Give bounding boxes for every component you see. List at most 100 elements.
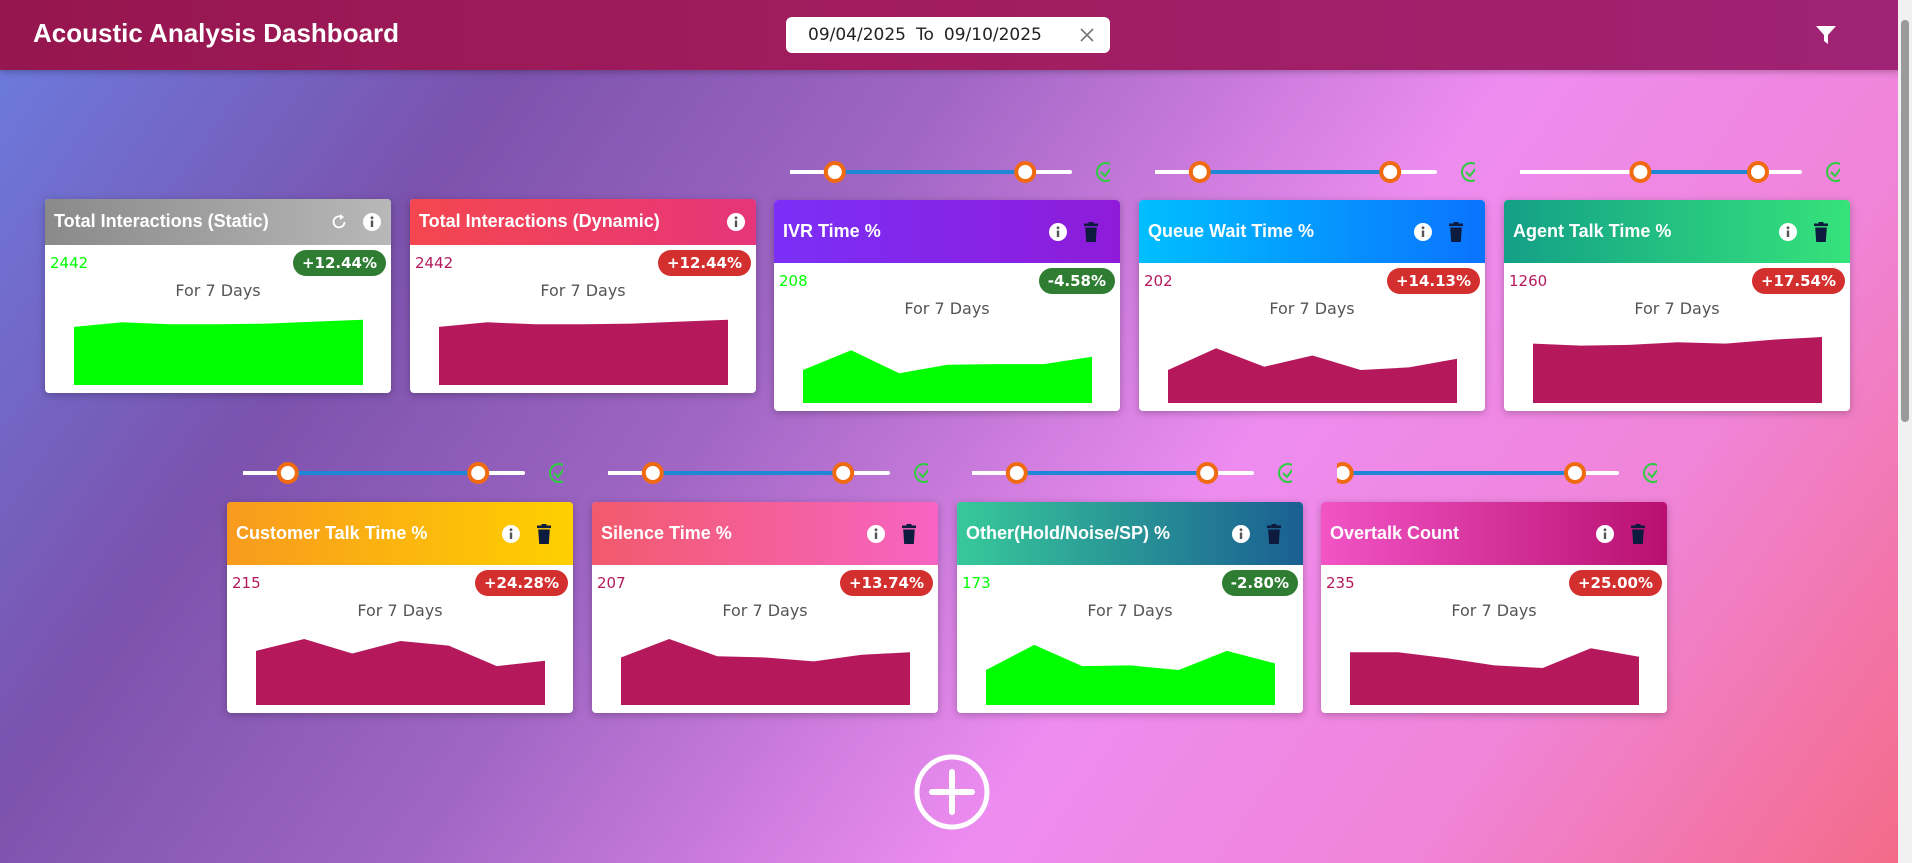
- card-title: Total Interactions (Static): [54, 211, 269, 231]
- info-icon[interactable]: [1231, 523, 1251, 545]
- slider-handle-start[interactable]: [1337, 462, 1354, 484]
- slider-handle-start[interactable]: [276, 462, 299, 484]
- slider-handle-start[interactable]: [823, 161, 846, 183]
- slider-handle-start[interactable]: [1629, 161, 1652, 183]
- range-slider[interactable]: [243, 458, 563, 488]
- slider-handle-end[interactable]: [1564, 462, 1586, 484]
- slider-handle-end[interactable]: [1747, 161, 1769, 183]
- top-app-bar: Acoustic Analysis Dashboard 09/04/2025 T…: [0, 0, 1912, 70]
- card-body: 208 -4.58% For 7 Days: [774, 263, 1120, 411]
- kpi-card: Silence Time % 207 +13.74% For 7 Days: [592, 502, 938, 713]
- trash-icon[interactable]: [1081, 221, 1101, 243]
- period-label: For 7 Days: [722, 601, 808, 620]
- card-body: 173 -2.80% For 7 Days: [957, 565, 1303, 713]
- card-title: Agent Talk Time %: [1513, 220, 1672, 241]
- slider-handle-end[interactable]: [1196, 462, 1219, 484]
- trash-icon[interactable]: [899, 523, 919, 545]
- trash-icon[interactable]: [1446, 221, 1466, 243]
- period-label: For 7 Days: [540, 281, 626, 300]
- info-icon[interactable]: [726, 211, 746, 233]
- card-header: Queue Wait Time %: [1139, 200, 1485, 263]
- card-title: Total Interactions (Dynamic): [419, 211, 660, 231]
- slider-handle-end[interactable]: [1014, 161, 1037, 183]
- sparkline-area: [621, 639, 910, 705]
- card-title: Customer Talk Time %: [236, 522, 428, 543]
- info-icon[interactable]: [1048, 221, 1068, 243]
- card-body: 207 +13.74% For 7 Days: [592, 565, 938, 713]
- vertical-scrollbar[interactable]: [1898, 0, 1912, 863]
- range-slider[interactable]: [1337, 458, 1657, 488]
- range-slider[interactable]: [972, 458, 1292, 488]
- check-circle-icon[interactable]: [1278, 463, 1292, 483]
- card-header: Total Interactions (Static): [45, 199, 391, 245]
- info-icon[interactable]: [362, 211, 382, 233]
- trash-icon[interactable]: [534, 523, 554, 545]
- info-icon[interactable]: [866, 523, 886, 545]
- close-icon[interactable]: [1078, 26, 1096, 44]
- card-title: Other(Hold/Noise/SP) %: [966, 522, 1171, 543]
- check-circle-icon[interactable]: [1461, 162, 1475, 182]
- card-header: Agent Talk Time %: [1504, 200, 1850, 263]
- card-value: 208: [779, 272, 808, 290]
- card-title: IVR Time %: [783, 220, 881, 241]
- info-icon[interactable]: [501, 523, 521, 545]
- check-circle-icon[interactable]: [914, 463, 928, 483]
- period-label: For 7 Days: [1634, 299, 1720, 318]
- sparkline-area: [986, 644, 1275, 705]
- slider-handle-end[interactable]: [832, 462, 855, 484]
- card-value: 215: [232, 574, 261, 592]
- filter-icon[interactable]: [1814, 24, 1838, 46]
- check-circle-icon[interactable]: [1096, 162, 1110, 182]
- sparkline-area: [1168, 348, 1457, 403]
- kpi-card: Overtalk Count 235 +25.00% For 7 Days: [1321, 502, 1667, 713]
- period-label: For 7 Days: [357, 601, 443, 620]
- sparkline-chart: [1168, 348, 1457, 403]
- card-value: 207: [597, 574, 626, 592]
- check-circle-icon[interactable]: [549, 463, 563, 483]
- scrollbar-thumb[interactable]: [1901, 20, 1909, 422]
- range-slider[interactable]: [790, 157, 1110, 187]
- info-icon[interactable]: [1595, 523, 1615, 545]
- date-from: 09/04/2025: [808, 25, 906, 45]
- kpi-card: Total Interactions (Static) 2442 +12.44% Fo…: [45, 199, 391, 393]
- change-badge: +12.44%: [657, 250, 751, 276]
- period-label: For 7 Days: [175, 281, 261, 300]
- change-badge: -4.58%: [1038, 268, 1115, 294]
- trash-icon[interactable]: [1264, 523, 1284, 545]
- info-icon[interactable]: [1413, 221, 1433, 243]
- sparkline-chart: [1350, 648, 1639, 705]
- sparkline-chart: [256, 639, 545, 705]
- card-body: 235 +25.00% For 7 Days: [1321, 565, 1667, 713]
- slider-handle-start[interactable]: [1005, 462, 1028, 484]
- sparkline-area: [1350, 648, 1639, 705]
- refresh-icon[interactable]: [329, 211, 349, 233]
- range-slider[interactable]: [1520, 157, 1840, 187]
- info-icon[interactable]: [1778, 221, 1798, 243]
- check-circle-icon[interactable]: [1643, 463, 1657, 483]
- kpi-card: Queue Wait Time % 202 +14.13% For 7 Days: [1139, 200, 1485, 411]
- change-badge: +12.44%: [292, 250, 386, 276]
- change-badge: +14.13%: [1386, 268, 1480, 294]
- slider-handle-end[interactable]: [467, 462, 490, 484]
- trash-icon[interactable]: [1628, 523, 1648, 545]
- change-badge: +17.54%: [1751, 268, 1845, 294]
- trash-icon[interactable]: [1811, 221, 1831, 243]
- check-circle-icon[interactable]: [1826, 162, 1840, 182]
- card-title: Overtalk Count: [1330, 522, 1460, 543]
- change-badge: -2.80%: [1221, 570, 1298, 596]
- date-range-input[interactable]: 09/04/2025 To 09/10/2025: [786, 17, 1110, 53]
- sparkline-area: [803, 350, 1092, 403]
- add-card-button[interactable]: [913, 753, 991, 831]
- period-label: For 7 Days: [1451, 601, 1537, 620]
- period-label: For 7 Days: [1087, 601, 1173, 620]
- card-title: Queue Wait Time %: [1148, 220, 1315, 241]
- range-slider[interactable]: [608, 458, 928, 488]
- change-badge: +24.28%: [474, 570, 568, 596]
- slider-handle-start[interactable]: [641, 462, 664, 484]
- date-to: 09/10/2025: [943, 25, 1042, 45]
- range-slider[interactable]: [1155, 157, 1475, 187]
- kpi-card: Other(Hold/Noise/SP) % 173 -2.80% For 7 Day…: [957, 502, 1303, 713]
- slider-handle-start[interactable]: [1188, 161, 1211, 183]
- card-header: IVR Time %: [774, 200, 1120, 263]
- slider-handle-end[interactable]: [1379, 161, 1402, 183]
